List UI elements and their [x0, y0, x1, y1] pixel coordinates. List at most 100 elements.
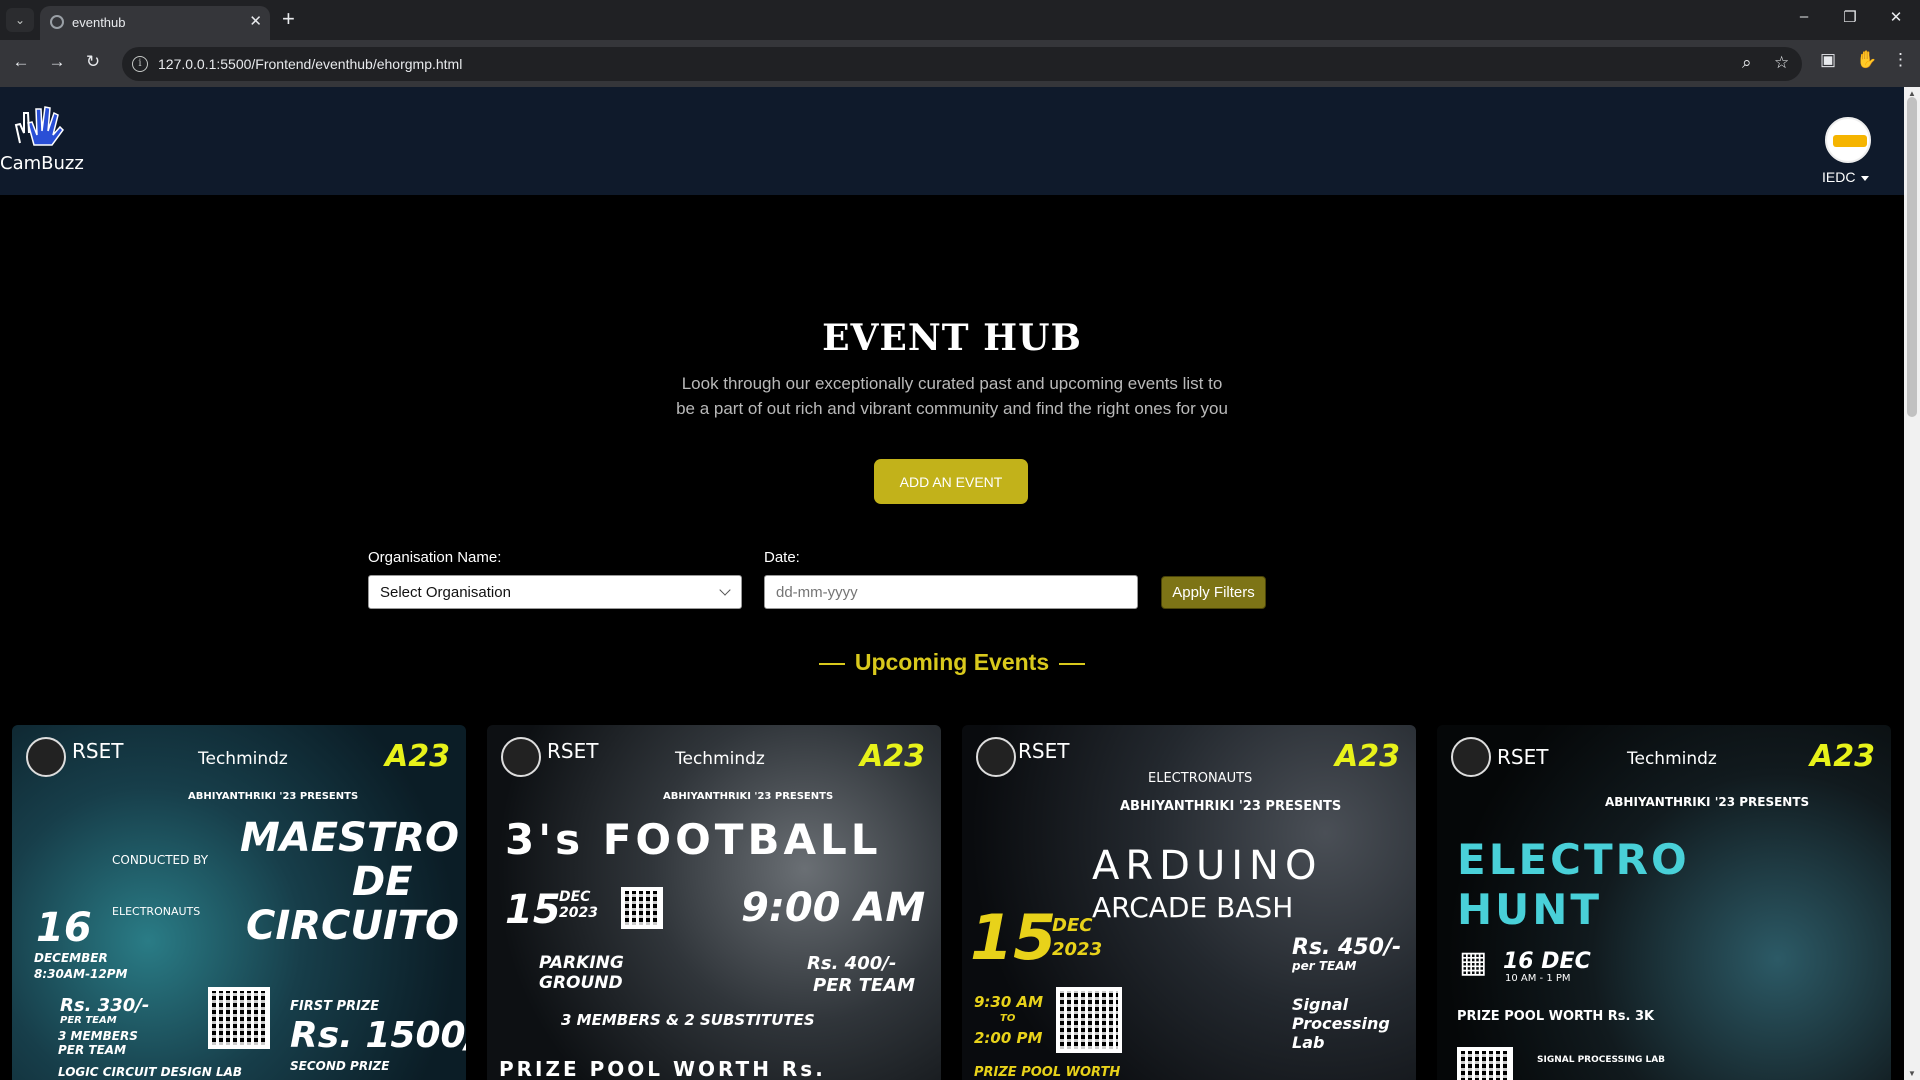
poster-year: 2023	[559, 905, 598, 921]
organisation-select[interactable]: Select Organisation	[368, 575, 742, 609]
poster-title-1: ELECTRO	[1457, 835, 1690, 884]
address-bar[interactable]: i 127.0.0.1:5500/Frontend/eventhub/ehorg…	[122, 47, 1802, 81]
minimize-icon[interactable]: –	[1792, 8, 1816, 25]
poster-fee: Rs. 450/-	[1292, 935, 1402, 960]
poster-title-2: HUNT	[1457, 885, 1603, 934]
poster-presents: ABHIYANTHRIKI '23 PRESENTS	[1605, 795, 1810, 809]
poster-org: RSET	[1018, 739, 1070, 763]
poster-prize: PRIZE POOL WORTH Rs.	[499, 1057, 826, 1080]
tab-search-icon[interactable]: ⌄	[6, 8, 34, 32]
qr-code-icon	[208, 987, 270, 1049]
a23-logo-icon: A23	[1335, 739, 1400, 774]
poster-fee: Rs. 400/-	[807, 953, 897, 974]
poster-title-3: CIRCUITO	[246, 903, 460, 949]
event-card-arduino[interactable]: RSET ELECTRONAUTS A23 ABHIYANTHRIKI '23 …	[962, 725, 1416, 1080]
poster-prize: PRIZE POOL WORTH Rs. 3K	[1457, 1009, 1655, 1024]
site-logo-text[interactable]: CamBuzz	[0, 153, 84, 174]
rset-seal-icon	[501, 737, 541, 777]
poster-brand: Techmindz	[1627, 749, 1717, 769]
a23-logo-icon: A23	[1810, 739, 1875, 774]
poster-second-prize-label: SECOND PRIZE	[290, 1059, 390, 1073]
restore-icon[interactable]: ❐	[1838, 8, 1862, 26]
page: CamBuzz IEDC EVENT HUB Look through our …	[0, 87, 1904, 1080]
poster-time-to: 2:00 PM	[974, 1029, 1043, 1047]
forward-icon[interactable]: →	[46, 52, 68, 72]
poster-date: 16 DEC	[1503, 949, 1591, 974]
qr-code-icon	[1457, 1047, 1513, 1080]
poster-time: 8:30AM-12PM	[34, 967, 128, 981]
poster-venue: SIGNAL PROCESSING LAB	[1537, 1055, 1666, 1065]
poster-title-1: ARDUINO	[1092, 843, 1323, 889]
poster-brand: Techmindz	[198, 749, 288, 769]
scrollbar-thumb[interactable]	[1907, 97, 1917, 417]
apply-filters-button[interactable]: Apply Filters	[1161, 576, 1266, 609]
poster-month: DEC	[559, 889, 591, 905]
scroll-down-icon[interactable]: ▼	[1908, 1069, 1916, 1078]
poster-club: ELECTRONAUTS	[112, 905, 201, 918]
poster-prize: PRIZE POOL WORTH	[974, 1065, 1121, 1080]
poster-venue: LOGIC CIRCUIT DESIGN LAB	[58, 1065, 243, 1079]
reload-icon[interactable]: ↻	[82, 52, 104, 72]
globe-icon	[50, 15, 64, 29]
back-icon[interactable]: ←	[10, 52, 32, 72]
event-card-maestro[interactable]: RSET Techmindz ABHIYANTHRIKI '23 PRESENT…	[12, 725, 466, 1080]
window-close-icon[interactable]: ✕	[1884, 8, 1908, 26]
poster-year: 2023	[1052, 939, 1103, 960]
poster-title-2: ARCADE BASH	[1092, 891, 1294, 924]
poster-team: 3 MEMBERS & 2 SUBSTITUTES	[561, 1011, 815, 1029]
poster-fee-unit: per TEAM	[1292, 959, 1357, 973]
poster-conducted-by: CONDUCTED BY	[112, 853, 209, 867]
caret-down-icon	[1861, 175, 1870, 181]
chevron-down-icon	[719, 584, 731, 596]
page-title: EVENT HUB	[822, 317, 1082, 359]
poster-title-1: MAESTRO	[240, 815, 459, 861]
poster-club: ELECTRONAUTS	[1148, 771, 1253, 786]
tab-title: eventhub	[72, 15, 126, 30]
site-header: CamBuzz IEDC	[0, 87, 1904, 195]
profile-dropdown[interactable]: IEDC	[1822, 169, 1870, 185]
a23-logo-icon: A23	[385, 739, 450, 774]
event-card-electrohunt[interactable]: RSET Techmindz ABHIYANTHRIKI '23 PRESENT…	[1437, 725, 1891, 1080]
add-event-button[interactable]: ADD AN EVENT	[874, 459, 1028, 504]
upcoming-events-heading: Upcoming Events	[0, 649, 1904, 676]
browser-menu-icon[interactable]: ⋮	[1892, 50, 1909, 70]
url-text[interactable]: 127.0.0.1:5500/Frontend/eventhub/ehorgmp…	[158, 56, 462, 72]
poster-time-to-word: TO	[1000, 1013, 1016, 1024]
poster-date: 15	[970, 901, 1057, 974]
profile-avatar[interactable]	[1825, 117, 1871, 163]
new-tab-icon[interactable]: +	[282, 6, 295, 32]
poster-venue: PARKING GROUND	[539, 953, 624, 993]
poster-first-prize-label: FIRST PRIZE	[290, 999, 380, 1014]
poster-presents: ABHIYANTHRIKI '23 PRESENTS	[663, 791, 834, 802]
poster-fee-unit: PER TEAM	[60, 1015, 117, 1026]
poster-first-prize: Rs. 1500/-	[290, 1015, 466, 1056]
poster-org: RSET	[1497, 745, 1549, 769]
browser-tab[interactable]: eventhub ✕	[40, 6, 270, 40]
side-panel-icon[interactable]: ▣	[1820, 50, 1836, 70]
qr-code-icon	[621, 887, 663, 929]
poster-presents: ABHIYANTHRIKI '23 PRESENTS	[188, 791, 359, 802]
org-filter-label: Organisation Name:	[368, 549, 502, 566]
section-title-text: Upcoming Events	[854, 649, 1050, 675]
poster-month: DEC	[1052, 915, 1093, 936]
browser-toolbar: ← → ↻ i 127.0.0.1:5500/Frontend/eventhub…	[0, 40, 1920, 87]
hand-logo-icon[interactable]	[14, 103, 68, 147]
close-tab-icon[interactable]: ✕	[249, 12, 262, 30]
poster-fee-unit: PER TEAM	[813, 975, 916, 996]
organisation-select-value: Select Organisation	[380, 584, 511, 601]
bookmark-star-icon[interactable]: ☆	[1774, 53, 1789, 73]
page-scrollbar[interactable]: ▲ ▼	[1904, 87, 1920, 1080]
zoom-icon[interactable]: ⌕	[1742, 53, 1752, 73]
date-input[interactable]	[764, 575, 1138, 609]
extension-icon[interactable]: ✋	[1856, 50, 1877, 70]
poster-title: 3's FOOTBALL	[505, 815, 882, 864]
avatar-logo	[1833, 135, 1867, 147]
rset-seal-icon	[26, 737, 66, 777]
poster-brand: Techmindz	[675, 749, 765, 769]
poster-org: RSET	[547, 739, 599, 763]
poster-time: 10 AM - 1 PM	[1505, 973, 1571, 984]
browser-tab-bar: ⌄ eventhub ✕ + – ❐ ✕	[0, 0, 1920, 40]
event-card-football[interactable]: RSET Techmindz ABHIYANTHRIKI '23 PRESENT…	[487, 725, 941, 1080]
site-info-icon[interactable]: i	[132, 56, 148, 72]
poster-date: 15	[505, 887, 561, 933]
